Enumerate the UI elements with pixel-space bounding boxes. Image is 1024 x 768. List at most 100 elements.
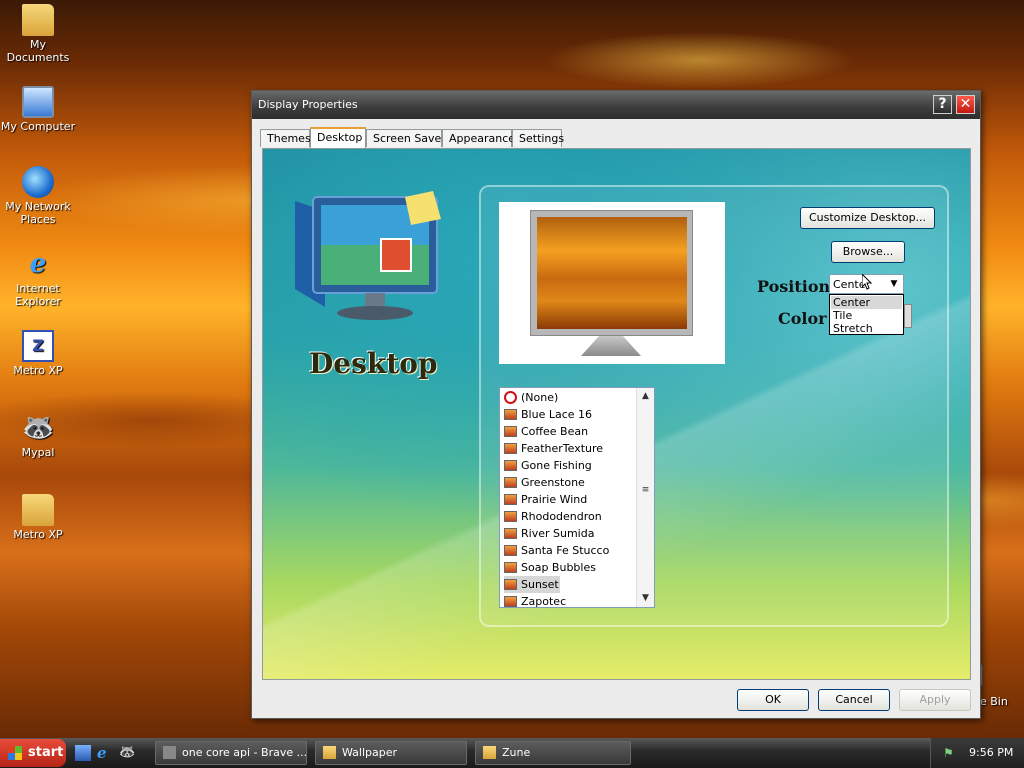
- desktop-tab-panel: Desktop Customize Desktop... Browse... P…: [262, 148, 971, 680]
- recycle-bin-label: e Bin: [980, 695, 1008, 708]
- preview-monitor: [530, 210, 693, 336]
- raccoon-quicklaunch-icon[interactable]: 🦝: [119, 745, 135, 761]
- desktop-icon-label: Internet Explorer: [15, 282, 61, 308]
- ie-icon: e: [29, 249, 47, 279]
- wallpaper-preview: [499, 202, 725, 364]
- desktop-icon-label: Metro XP: [13, 364, 63, 377]
- position-option-stretch[interactable]: Stretch: [831, 322, 902, 335]
- list-item[interactable]: Prairie Wind: [504, 491, 636, 508]
- ok-button[interactable]: OK: [737, 689, 809, 711]
- desktop-icon-label: Metro XP: [13, 528, 63, 541]
- desktop-icon-label: My Documents: [6, 38, 70, 64]
- cancel-button[interactable]: Cancel: [818, 689, 890, 711]
- image-icon: [504, 545, 517, 556]
- list-item[interactable]: Soap Bubbles: [504, 559, 636, 576]
- desktop-icon-label: My Computer: [0, 120, 76, 133]
- desktop-icon-my-network-places[interactable]: My Network Places: [0, 166, 76, 226]
- network-icon: [22, 166, 54, 198]
- list-item[interactable]: River Sumida: [504, 525, 636, 542]
- raccoon-icon: [163, 746, 176, 759]
- desktop-icon-internet-explorer[interactable]: e Internet Explorer: [0, 248, 76, 308]
- list-item[interactable]: Rhododendron: [504, 508, 636, 525]
- image-icon: [504, 494, 517, 505]
- desktop-icon-metro-xp[interactable]: Metro XP: [0, 494, 76, 541]
- start-label: start: [28, 745, 64, 760]
- position-option-center[interactable]: Center: [831, 296, 902, 309]
- tab-settings[interactable]: Settings: [512, 129, 564, 147]
- customize-desktop-button[interactable]: Customize Desktop...: [800, 207, 935, 229]
- list-item[interactable]: Greenstone: [504, 474, 636, 491]
- preview-wallpaper-image: [537, 217, 687, 329]
- desktop-icon-metro-xp-zip[interactable]: Z Metro XP: [0, 330, 76, 377]
- task-brave[interactable]: one core api - Brave ...: [155, 741, 307, 765]
- clock[interactable]: 9:56 PM: [969, 746, 1013, 759]
- task-label: Wallpaper: [342, 746, 398, 759]
- preview-monitor-stand: [581, 336, 641, 356]
- list-item-label: River Sumida: [521, 527, 595, 540]
- color-picker-button[interactable]: [904, 304, 912, 328]
- close-button[interactable]: ✕: [956, 95, 975, 114]
- folder-icon: [483, 746, 496, 759]
- list-item-label: Prairie Wind: [521, 493, 588, 506]
- desktop-monitor-icon: [295, 191, 441, 320]
- list-item-label: Rhododendron: [521, 510, 602, 523]
- list-item[interactable]: Zapotec: [504, 593, 636, 608]
- browse-button[interactable]: Browse...: [831, 241, 905, 263]
- desktop-icon-my-computer[interactable]: My Computer: [0, 86, 76, 133]
- list-item-label: (None): [521, 391, 559, 404]
- scroll-up-icon[interactable]: ▲: [637, 388, 654, 405]
- tab-desktop[interactable]: Desktop: [310, 127, 366, 148]
- desktop-icon-mypal[interactable]: 🦝 Mypal: [0, 412, 76, 459]
- tab-themes[interactable]: Themes: [260, 129, 311, 147]
- folder-icon: [323, 746, 336, 759]
- list-scrollbar[interactable]: ▲ ≡ ▼: [636, 388, 654, 607]
- raccoon-icon: 🦝: [22, 413, 55, 443]
- task-label: one core api - Brave ...: [182, 746, 307, 759]
- list-item-label: Blue Lace 16: [521, 408, 593, 421]
- position-option-tile[interactable]: Tile: [831, 309, 902, 322]
- show-desktop-icon[interactable]: [75, 745, 91, 761]
- desktop-heading: Desktop: [309, 347, 438, 380]
- title-bar[interactable]: Display Properties ? ✕: [252, 91, 980, 119]
- mouse-cursor-icon: [862, 274, 872, 290]
- image-icon: [504, 477, 517, 488]
- scroll-down-icon[interactable]: ▼: [637, 590, 654, 607]
- zip-folder-icon: Z: [22, 330, 54, 362]
- computer-icon: [22, 86, 54, 118]
- desktop-icon-my-documents[interactable]: My Documents: [0, 4, 76, 64]
- list-item[interactable]: Santa Fe Stucco: [504, 542, 636, 559]
- windows-logo-icon: [8, 746, 22, 760]
- list-item[interactable]: (None): [504, 389, 636, 406]
- task-wallpaper[interactable]: Wallpaper: [315, 741, 467, 765]
- image-icon: [504, 426, 517, 437]
- image-icon: [504, 460, 517, 471]
- image-icon: [504, 443, 517, 454]
- list-item[interactable]: Coffee Bean: [504, 423, 636, 440]
- folder-icon: [22, 4, 54, 36]
- list-item[interactable]: Blue Lace 16: [504, 406, 636, 423]
- list-item-selected[interactable]: Sunset: [504, 576, 560, 593]
- tab-appearance[interactable]: Appearance: [442, 129, 515, 147]
- ie-quicklaunch-icon[interactable]: e: [97, 745, 113, 761]
- list-item[interactable]: Gone Fishing: [504, 457, 636, 474]
- scroll-thumb-grip-icon[interactable]: ≡: [637, 482, 654, 499]
- list-item-label: Zapotec: [521, 595, 567, 608]
- start-button[interactable]: start: [0, 739, 66, 767]
- tab-screen-saver[interactable]: Screen Saver: [366, 129, 446, 147]
- background-list[interactable]: (None) Blue Lace 16 Coffee Bean FeatherT…: [499, 387, 655, 608]
- none-icon: [504, 391, 517, 404]
- apply-button[interactable]: Apply: [899, 689, 971, 711]
- window-title: Display Properties: [258, 98, 358, 111]
- help-button[interactable]: ?: [933, 95, 952, 114]
- desktop-icon-label: Mypal: [21, 446, 55, 459]
- system-tray: ⚑ 9:56 PM: [930, 738, 1024, 768]
- chevron-down-icon[interactable]: ▼: [886, 276, 902, 292]
- image-icon: [504, 562, 517, 573]
- taskbar: start e 🦝 one core api - Brave ... Wallp…: [0, 738, 1024, 768]
- list-item-label: Santa Fe Stucco: [521, 544, 610, 557]
- list-item-label: Coffee Bean: [521, 425, 589, 438]
- list-item[interactable]: FeatherTexture: [504, 440, 636, 457]
- network-status-icon[interactable]: ⚑: [943, 746, 957, 760]
- task-zune[interactable]: Zune: [475, 741, 631, 765]
- image-icon: [504, 579, 517, 590]
